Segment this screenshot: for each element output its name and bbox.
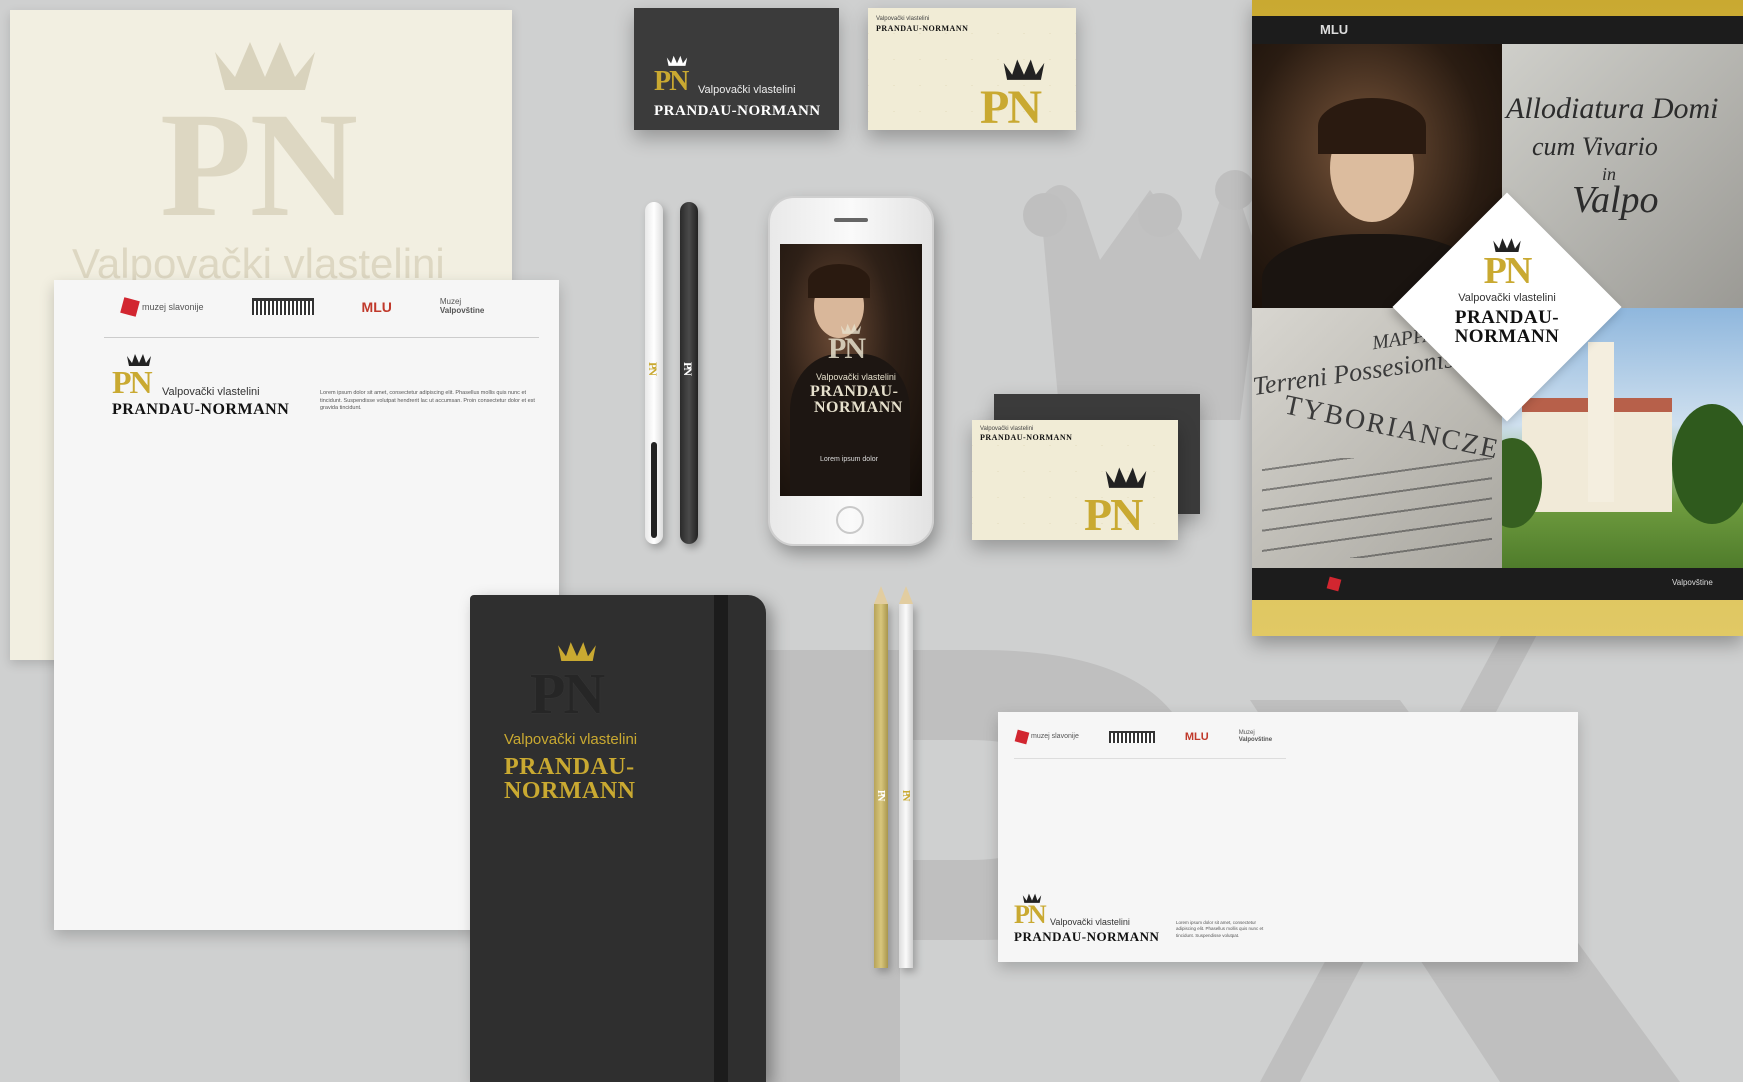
card-monogram: PN (1084, 489, 1143, 540)
castle-trees (1672, 404, 1743, 524)
brochure: MLU Allodiatura Domi cum Vivario in Valp… (1252, 0, 1743, 636)
mlu-logo: MLU (361, 298, 392, 315)
muzej-valpovstine-logo: Muzej Valpovštine (439, 297, 485, 316)
brochure-mlu-logo: MLU (1320, 22, 1349, 37)
pencil-monogram: PN (875, 790, 886, 800)
pencil-gold: PN (874, 586, 888, 968)
card-monogram: PN (980, 81, 1042, 134)
envelope-monogram: PN (1014, 900, 1047, 929)
map-line-3: TYBORIANCZE (1281, 389, 1502, 466)
muzej-valpovstine-line1: Muzej (1238, 730, 1255, 736)
phone-name-line1: PRANDAU- (810, 383, 899, 400)
notebook-name-line1: PRANDAU- (504, 754, 635, 780)
brochure-footer-bar: Valpovštine (1252, 568, 1743, 600)
muzej-slavonije-label: muzej slavonije (142, 301, 204, 312)
notebook-monogram: PN (530, 661, 605, 726)
card-monogram: PN (654, 66, 689, 97)
pencil-tip (874, 586, 888, 604)
letterhead-body-text: Lorem ipsum dolor sit amet, consectetur … (320, 390, 535, 412)
phone-subtitle: Valpovački vlastelini (816, 372, 896, 382)
phone-name-line2: NORMANN (814, 399, 903, 416)
brochure-monogram: PN (1483, 250, 1533, 292)
muzej-slavonije-icon (1014, 729, 1030, 744)
muzej-slavonije-logo: muzej slavonije (1014, 729, 1079, 744)
smartphone: PN Valpovački vlastelini PRANDAU- NORMAN… (768, 196, 934, 546)
letterhead-divider (104, 337, 539, 338)
phone-home-button (836, 506, 864, 534)
envelope-body-text: Lorem ipsum dolor sit amet, consectetur … (1176, 920, 1264, 938)
crown-icon (666, 55, 688, 66)
muzej-valpovstine-line2: Valpovštine (439, 305, 485, 315)
letterhead-monogram: PN (112, 364, 153, 400)
envelope-subtitle: Valpovački vlastelini (1050, 917, 1130, 927)
business-card-cream: Valpovački vlastelini PRANDAU-NORMANN PN (868, 8, 1076, 134)
muzej-slavonije-logo: muzej slavonije (120, 296, 204, 317)
watermark-monogram: PN (160, 82, 358, 248)
pencil-white: PN (899, 586, 913, 968)
script-line-2: cum Vivario (1532, 132, 1658, 161)
business-card-cream-front: Valpovački vlastelini PRANDAU-NORMANN PN (972, 420, 1178, 540)
crown-icon (1105, 467, 1147, 488)
castle-logo (251, 298, 314, 316)
partner-logos: muzej slavonije MLU Muzej Valpovštine (1014, 729, 1272, 744)
pen-monogram: PN (646, 362, 660, 374)
notebook: PN Valpovački vlastelini PRANDAU- NORMAN… (470, 595, 766, 1082)
pen-white: PN (645, 202, 663, 544)
envelope: muzej slavonije MLU Muzej Valpovštine PN… (998, 712, 1578, 962)
letterhead-subtitle: Valpovački vlastelini (162, 386, 260, 398)
envelope-divider (1014, 758, 1286, 759)
business-card-dark: PN Valpovački vlastelini PRANDAU-NORMANN (634, 8, 839, 130)
muzej-valpovstine-line2: Valpovštine (1238, 736, 1273, 743)
phone-monogram: PN (828, 332, 866, 365)
muzej-slavonije-label: muzej slavonije (1031, 733, 1079, 741)
card-brand-name: PRANDAU-NORMANN (654, 103, 821, 119)
brochure-footer-muzej: Valpovštine (1672, 578, 1713, 587)
pen-clip (651, 442, 657, 538)
card-brand-name: PRANDAU-NORMANN (876, 24, 969, 33)
phone-caption: Lorem ipsum dolor (820, 456, 878, 463)
brochure-name-line1: PRANDAU- (1454, 307, 1560, 328)
muzej-slavonije-icon (120, 296, 140, 317)
card-subtitle: Valpovački vlastelini (698, 84, 796, 96)
envelope-brand-name: PRANDAU-NORMANN (1014, 929, 1160, 944)
notebook-name-line2: NORMANN (504, 778, 636, 804)
card-subtitle: Valpovački vlastelini (980, 426, 1034, 432)
brochure-logo-content: PN Valpovački vlastelini PRANDAU- NORMAN… (1420, 236, 1594, 386)
brochure-subtitle: Valpovački vlastelini (1458, 292, 1556, 304)
pen-monogram: PN (681, 362, 695, 374)
script-line-4: Valpo (1572, 179, 1659, 221)
crown-icon (558, 642, 596, 661)
notebook-elastic-band (714, 595, 728, 1082)
pencil-monogram: PN (900, 790, 911, 800)
portrait-hair (808, 264, 870, 298)
mlu-logo: MLU (1184, 730, 1209, 743)
brochure-header-bar: MLU (1252, 16, 1743, 44)
card-subtitle: Valpovački vlastelini (876, 16, 930, 22)
phone-speaker (834, 218, 868, 222)
pen-black: PN (680, 202, 698, 544)
muzej-valpovstine-logo: Muzej Valpovštine (1239, 730, 1272, 743)
partner-logos: muzej slavonije MLU Muzej Valpovštine (120, 296, 485, 317)
brochure-name-line2: NORMANN (1454, 326, 1560, 347)
pencil-tip (899, 586, 913, 604)
notebook-subtitle: Valpovački vlastelini (504, 731, 638, 748)
script-line-1: Allodiatura Domi (1506, 92, 1719, 125)
card-brand-name: PRANDAU-NORMANN (980, 433, 1073, 442)
crown-icon (1003, 59, 1045, 80)
muzej-slavonije-icon (1326, 576, 1342, 592)
castle-logo (1108, 730, 1155, 743)
map-script-lines (1262, 458, 1492, 558)
portrait-hair (1318, 98, 1426, 154)
letterhead-brand-name: PRANDAU-NORMANN (112, 401, 290, 418)
phone-screen: PN Valpovački vlastelini PRANDAU- NORMAN… (780, 244, 922, 496)
